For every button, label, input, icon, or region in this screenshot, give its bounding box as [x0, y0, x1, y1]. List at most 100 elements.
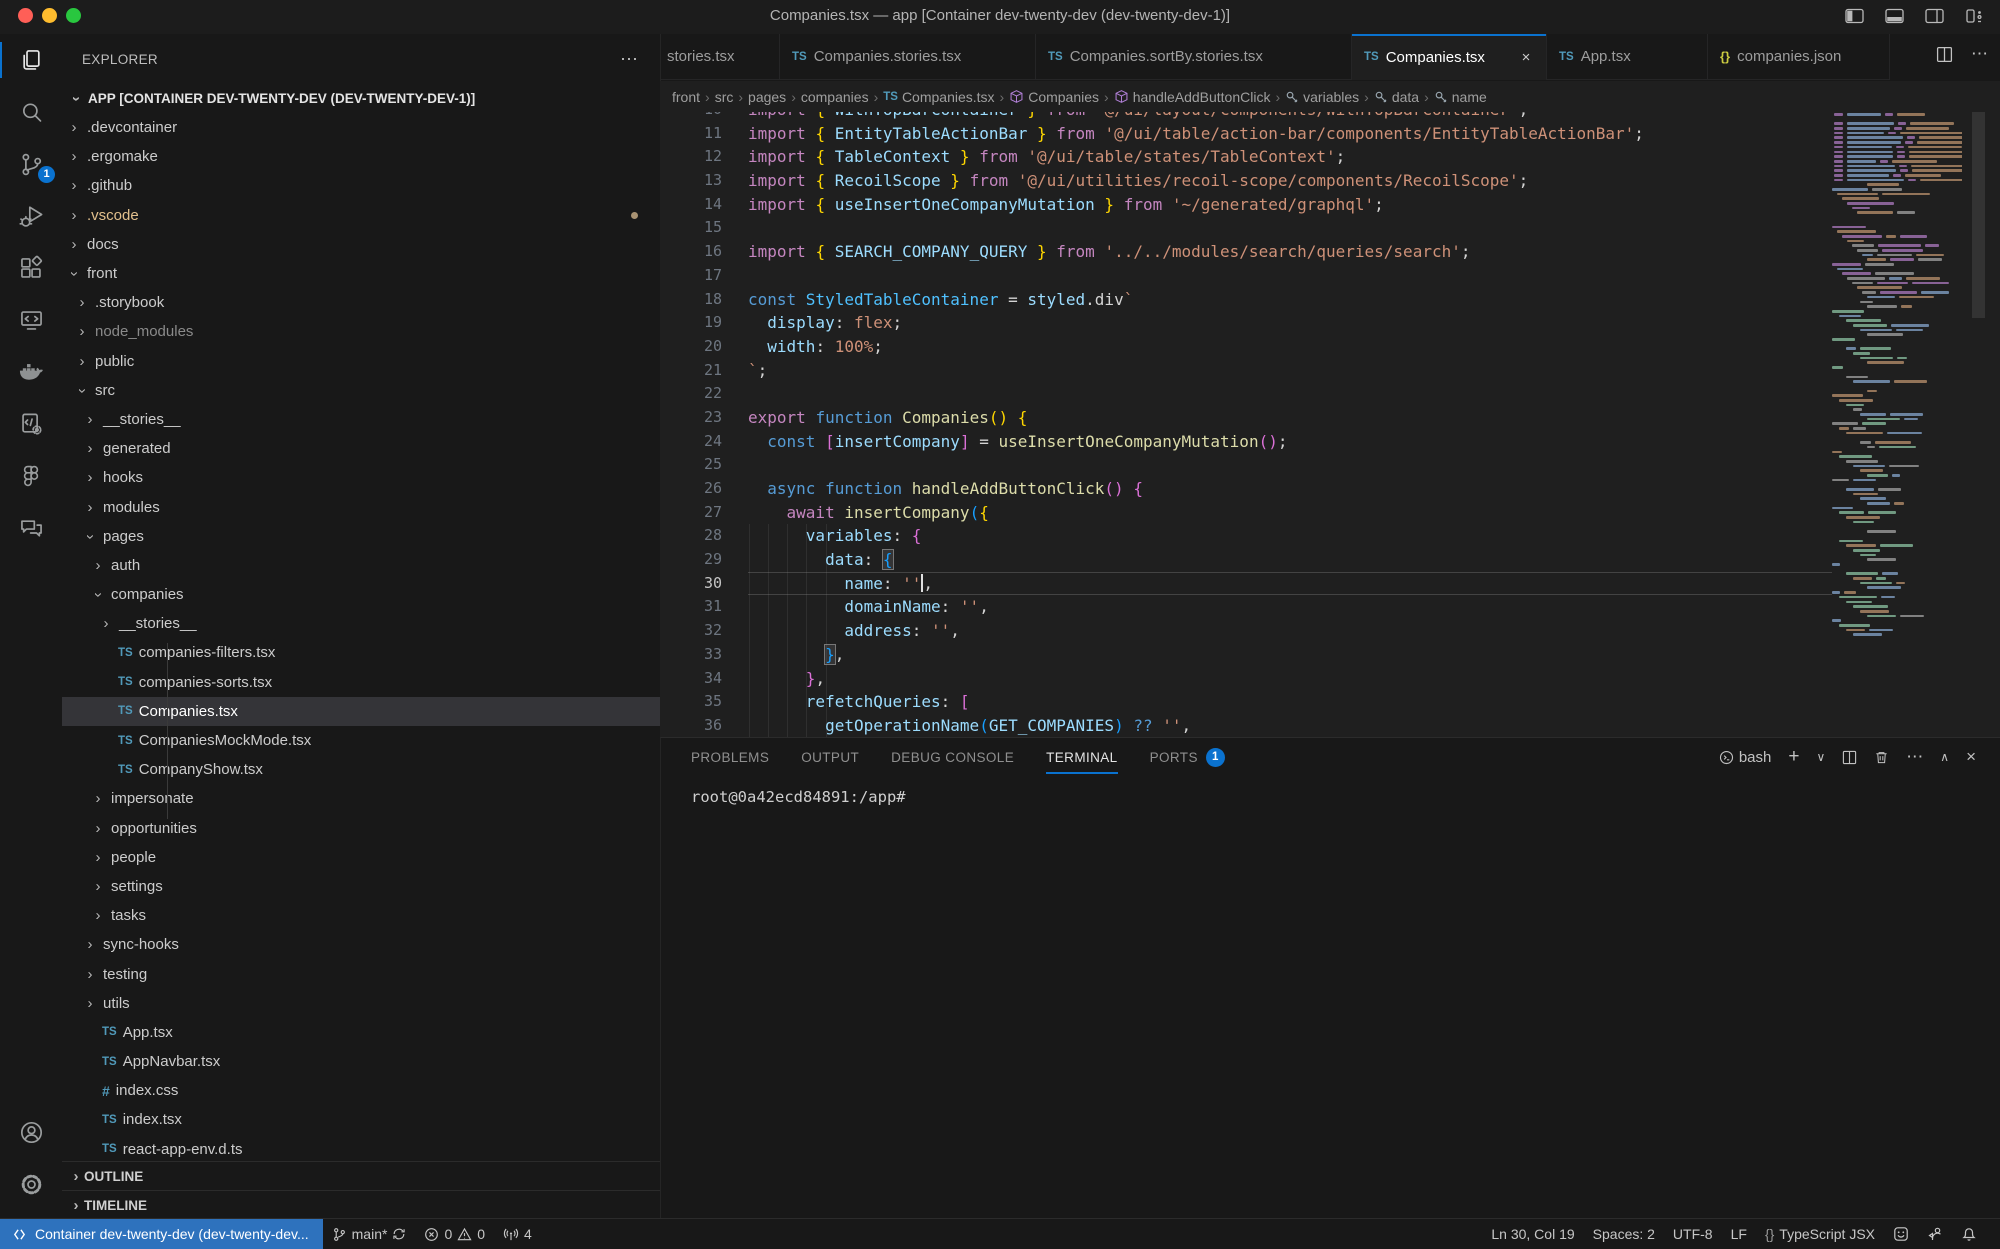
- explorer-more-actions-icon[interactable]: ⋯: [620, 49, 638, 70]
- kill-terminal-icon[interactable]: [1874, 750, 1889, 765]
- tree-item-generated[interactable]: ›generated: [62, 434, 660, 463]
- activity-comments-icon[interactable]: [0, 502, 62, 554]
- activity-remote-explorer-icon[interactable]: [0, 294, 62, 346]
- activity-settings-gear-icon[interactable]: [0, 1158, 62, 1210]
- breadcrumb-front[interactable]: front: [672, 89, 700, 105]
- tree-item-__stories__[interactable]: ›__stories__: [62, 609, 660, 638]
- tab-stories.tsx[interactable]: stories.tsx: [661, 34, 780, 80]
- more-actions-icon[interactable]: ⋯: [1971, 44, 1988, 64]
- tree-item-.storybook[interactable]: ›.storybook: [62, 288, 660, 317]
- tab-App.tsx[interactable]: TSApp.tsx: [1547, 34, 1708, 80]
- breadcrumb-name[interactable]: name: [1434, 89, 1487, 105]
- breadcrumb-src[interactable]: src: [715, 89, 734, 105]
- tree-item-index.tsx[interactable]: TSindex.tsx: [62, 1105, 660, 1134]
- activity-source-control-icon[interactable]: 1: [0, 138, 62, 190]
- git-branch-status[interactable]: main*: [323, 1219, 416, 1249]
- tree-item-people[interactable]: ›people: [62, 843, 660, 872]
- indentation-status[interactable]: Spaces: 2: [1584, 1219, 1664, 1249]
- feedback-smiley-icon[interactable]: [1884, 1219, 1918, 1249]
- panel-tab-problems[interactable]: PROBLEMS: [691, 738, 769, 776]
- tree-item-tasks[interactable]: ›tasks: [62, 901, 660, 930]
- maximize-panel-icon[interactable]: ∧: [1940, 750, 1949, 764]
- tab-Companies.stories.tsx[interactable]: TSCompanies.stories.tsx: [780, 34, 1036, 80]
- tree-item-modules[interactable]: ›modules: [62, 492, 660, 521]
- tab-Companies.tsx[interactable]: TSCompanies.tsx×: [1352, 34, 1547, 80]
- activity-account-icon[interactable]: [0, 1106, 62, 1158]
- remote-agent-icon[interactable]: [1918, 1219, 1952, 1249]
- tree-item-companies-sorts.tsx[interactable]: TScompanies-sorts.tsx: [62, 668, 660, 697]
- tree-item-AppNavbar.tsx[interactable]: TSAppNavbar.tsx: [62, 1047, 660, 1076]
- terminal-prompt[interactable]: root@0a42ecd84891:/app#: [691, 788, 906, 806]
- activity-docker-icon[interactable]: [0, 346, 62, 398]
- terminal-dropdown-icon[interactable]: ∨: [1816, 750, 1825, 764]
- close-tab-icon[interactable]: ×: [1516, 49, 1536, 66]
- tree-item-companies-filters.tsx[interactable]: TScompanies-filters.tsx: [62, 638, 660, 667]
- breadcrumb-Companies.tsx[interactable]: TSCompanies.tsx: [883, 89, 994, 105]
- new-terminal-icon[interactable]: +: [1788, 746, 1799, 768]
- breadcrumb-Companies[interactable]: Companies: [1009, 89, 1099, 105]
- tree-item-CompanyShow.tsx[interactable]: TSCompanyShow.tsx: [62, 755, 660, 784]
- tree-item-opportunities[interactable]: ›opportunities: [62, 814, 660, 843]
- encoding-status[interactable]: UTF-8: [1664, 1219, 1722, 1249]
- tree-item-docs[interactable]: ›docs: [62, 230, 660, 259]
- activity-explorer-icon[interactable]: [0, 34, 62, 86]
- tree-item-testing[interactable]: ›testing: [62, 959, 660, 988]
- tree-item-sync-hooks[interactable]: ›sync-hooks: [62, 930, 660, 959]
- tree-item-.vscode[interactable]: ›.vscode: [62, 201, 660, 230]
- tree-item-index.css[interactable]: #index.css: [62, 1076, 660, 1105]
- split-terminal-icon[interactable]: [1842, 750, 1857, 765]
- tree-item-pages[interactable]: ›pages: [62, 522, 660, 551]
- tree-item-.ergomake[interactable]: ›.ergomake: [62, 142, 660, 171]
- breadcrumb-data[interactable]: data: [1374, 89, 1419, 105]
- notifications-bell-icon[interactable]: [1952, 1219, 1986, 1249]
- tree-item-react-app-env.d.ts[interactable]: TSreact-app-env.d.ts: [62, 1135, 660, 1164]
- breadcrumb-pages[interactable]: pages: [748, 89, 786, 105]
- activity-figma-icon[interactable]: [0, 450, 62, 502]
- tree-item-auth[interactable]: ›auth: [62, 551, 660, 580]
- tree-item-hooks[interactable]: ›hooks: [62, 463, 660, 492]
- outline-section[interactable]: › OUTLINE: [62, 1161, 660, 1191]
- tab-Companies.sortBy.stories.tsx[interactable]: TSCompanies.sortBy.stories.tsx: [1036, 34, 1352, 80]
- timeline-section[interactable]: › TIMELINE: [62, 1190, 660, 1218]
- panel-tab-output[interactable]: OUTPUT: [801, 738, 859, 776]
- tree-item-Companies.tsx[interactable]: TSCompanies.tsx: [62, 697, 660, 726]
- tree-item-public[interactable]: ›public: [62, 347, 660, 376]
- language-mode-status[interactable]: {} TypeScript JSX: [1756, 1219, 1884, 1249]
- panel-tab-debug-console[interactable]: DEBUG CONSOLE: [891, 738, 1014, 776]
- layout-sidebar-right-icon[interactable]: [1922, 5, 1946, 27]
- code-editor[interactable]: 1011121314151617181920212223242526272829…: [660, 112, 2000, 737]
- tab-companies.json[interactable]: {}companies.json: [1708, 34, 1890, 80]
- layout-panel-icon[interactable]: [1882, 5, 1906, 27]
- tree-item-front[interactable]: ›front: [62, 259, 660, 288]
- panel-tab-ports[interactable]: PORTS1: [1150, 738, 1225, 776]
- activity-extensions-icon[interactable]: [0, 242, 62, 294]
- tree-item-.github[interactable]: ›.github: [62, 171, 660, 200]
- problems-status[interactable]: 0 0: [415, 1219, 494, 1249]
- activity-devcontainer-file-icon[interactable]: [0, 398, 62, 450]
- tree-item-__stories__[interactable]: ›__stories__: [62, 405, 660, 434]
- tree-item-companies[interactable]: ›companies: [62, 580, 660, 609]
- tree-item-node_modules[interactable]: ›node_modules: [62, 317, 660, 346]
- editor-scrollbar[interactable]: [1972, 112, 1985, 318]
- remote-indicator[interactable]: Container dev-twenty-dev (dev-twenty-dev…: [0, 1219, 323, 1249]
- activity-search-icon[interactable]: [0, 86, 62, 138]
- split-editor-icon[interactable]: [1936, 46, 1953, 63]
- panel-tab-terminal[interactable]: TERMINAL: [1046, 738, 1117, 776]
- breadcrumb-handleAddButtonClick[interactable]: handleAddButtonClick: [1114, 89, 1271, 105]
- cursor-position-status[interactable]: Ln 30, Col 19: [1482, 1219, 1583, 1249]
- breadcrumb-variables[interactable]: variables: [1285, 89, 1359, 105]
- eol-status[interactable]: LF: [1722, 1219, 1756, 1249]
- layout-customize-icon[interactable]: [1962, 5, 1986, 27]
- activity-run-debug-icon[interactable]: [0, 190, 62, 242]
- tree-item-.devcontainer[interactable]: ›.devcontainer: [62, 113, 660, 142]
- tree-item-CompaniesMockMode.tsx[interactable]: TSCompaniesMockMode.tsx: [62, 726, 660, 755]
- explorer-section-header[interactable]: › APP [CONTAINER DEV-TWENTY-DEV (DEV-TWE…: [62, 84, 660, 113]
- minimap[interactable]: [1832, 112, 1962, 657]
- tree-item-utils[interactable]: ›utils: [62, 989, 660, 1018]
- tree-item-impersonate[interactable]: ›impersonate: [62, 784, 660, 813]
- tree-item-App.tsx[interactable]: TSApp.tsx: [62, 1018, 660, 1047]
- layout-sidebar-left-icon[interactable]: [1842, 5, 1866, 27]
- terminal-shell-picker[interactable]: bash: [1719, 749, 1772, 766]
- tree-item-src[interactable]: ›src: [62, 376, 660, 405]
- tree-item-settings[interactable]: ›settings: [62, 872, 660, 901]
